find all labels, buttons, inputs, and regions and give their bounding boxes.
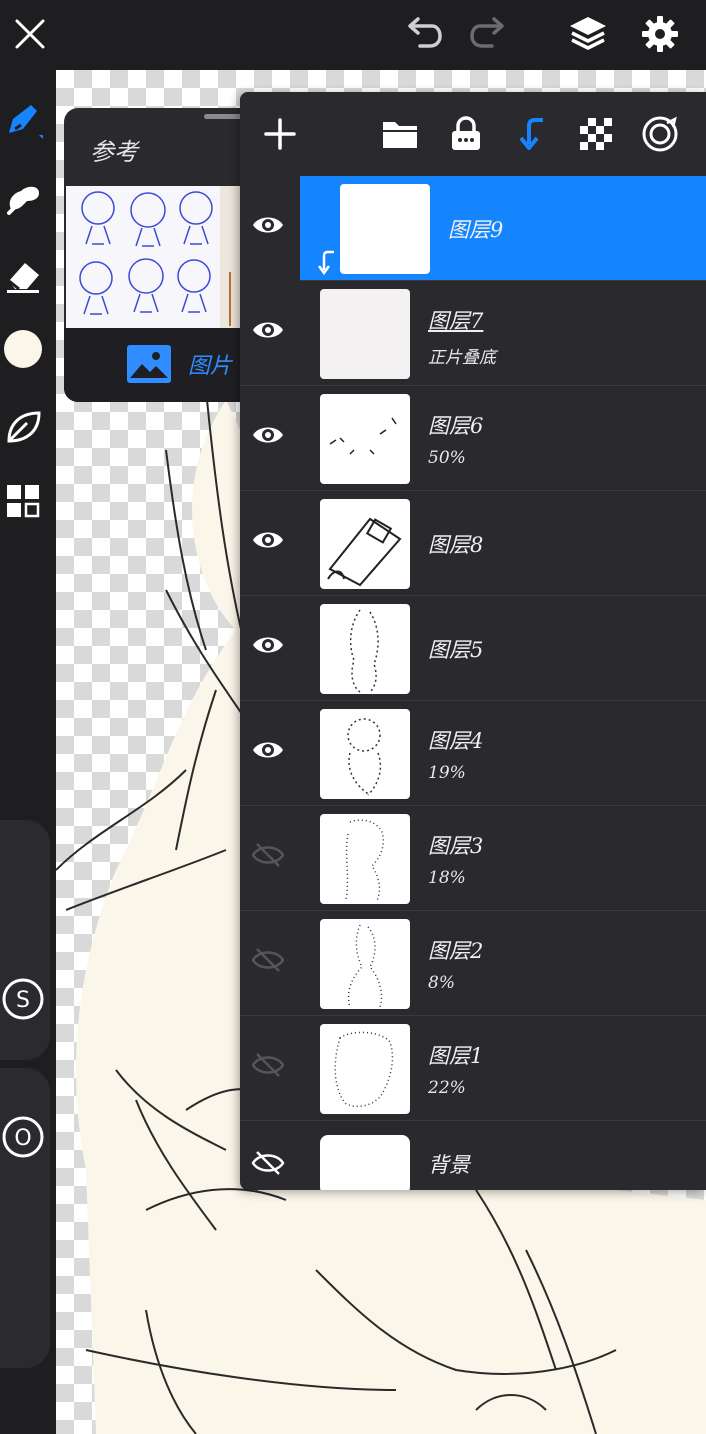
eye-icon[interactable] — [248, 730, 288, 770]
layer-name: 图层5 — [428, 638, 484, 662]
brush-size-slider[interactable] — [0, 820, 50, 1060]
layer-thumbnail — [320, 394, 410, 484]
layer-name: 图层2 — [428, 939, 484, 963]
reference-title: 参考 — [90, 138, 138, 166]
layer-name: 图层8 — [428, 533, 484, 557]
layer-name: 图层1 — [428, 1044, 484, 1068]
eraser-icon[interactable] — [0, 252, 46, 298]
left-toolbar: S O — [0, 68, 56, 1434]
layer-name: 图层4 — [428, 729, 484, 753]
layer-opacity: 8% — [428, 973, 455, 993]
eye-icon[interactable] — [248, 415, 288, 455]
transparency-icon[interactable] — [574, 112, 618, 156]
layer-row[interactable]: 图层3 18% — [240, 806, 706, 911]
eye-hidden-icon[interactable] — [248, 1143, 288, 1183]
layer-row[interactable]: 图层7 正片叠底 — [240, 281, 706, 386]
undo-icon[interactable] — [400, 10, 448, 58]
background-color-swatch — [320, 1135, 410, 1190]
layer-name: 图层3 — [428, 834, 484, 858]
layer-blend-mode: 正片叠底 — [428, 348, 496, 368]
layer-thumbnail — [320, 919, 410, 1009]
lock-icon[interactable] — [444, 112, 488, 156]
reference-footer: 图片 — [64, 328, 264, 402]
image-icon — [127, 345, 171, 383]
color-swatch[interactable] — [0, 326, 46, 372]
folder-icon[interactable] — [378, 112, 422, 156]
layers-panel: 图层9 图层7 正片叠底 图层6 50% 图层8 图层5 图层4 19% 图层3… — [240, 92, 706, 1190]
layers-header — [240, 92, 706, 176]
layer-row[interactable]: 图层8 — [240, 491, 706, 596]
eye-hidden-icon[interactable] — [248, 835, 288, 875]
layer-row[interactable]: 图层2 8% — [240, 911, 706, 1016]
image-mode-label: 图片 — [188, 354, 233, 379]
layer-thumbnail — [340, 184, 430, 274]
layer-row[interactable]: 图层6 50% — [240, 386, 706, 491]
eye-hidden-icon[interactable] — [248, 940, 288, 980]
eye-hidden-icon[interactable] — [248, 1045, 288, 1085]
reference-panel: 参考 图片 — [64, 108, 264, 402]
layer-opacity: 50% — [428, 448, 466, 468]
eye-icon[interactable] — [248, 205, 288, 245]
target-icon[interactable] — [638, 112, 682, 156]
layer-row[interactable]: 图层5 — [240, 596, 706, 701]
layer-row[interactable]: 图层4 19% — [240, 701, 706, 806]
brush-icon[interactable] — [0, 98, 46, 144]
layer-opacity: 18% — [428, 868, 466, 888]
layers-icon[interactable] — [564, 10, 612, 58]
layer-row[interactable]: 图层1 22% — [240, 1016, 706, 1121]
clip-down-icon[interactable] — [508, 112, 552, 156]
layer-thumbnail — [320, 1024, 410, 1114]
close-icon[interactable] — [6, 10, 54, 58]
layer-thumbnail — [320, 604, 410, 694]
settings-icon[interactable] — [636, 10, 684, 58]
layer-thumbnail — [320, 814, 410, 904]
layer-list: 图层9 图层7 正片叠底 图层6 50% 图层8 图层5 图层4 19% 图层3… — [240, 176, 706, 1190]
reference-image — [66, 186, 264, 328]
background-layer-row[interactable]: 背景 — [240, 1121, 706, 1190]
top-bar — [0, 0, 706, 68]
layer-name: 图层6 — [428, 414, 484, 438]
svg-text:O: O — [14, 1126, 31, 1151]
grid-icon[interactable] — [0, 478, 46, 524]
layer-thumbnail — [320, 289, 410, 379]
layer-thumbnail — [320, 499, 410, 589]
add-layer-icon[interactable] — [258, 112, 302, 156]
eye-icon[interactable] — [248, 520, 288, 560]
layer-opacity: 22% — [428, 1078, 466, 1098]
layer-name: 图层9 — [448, 218, 504, 242]
s-icon[interactable]: S — [0, 976, 46, 1022]
layer-thumbnail — [320, 709, 410, 799]
layer-opacity: 19% — [428, 763, 466, 783]
eye-icon[interactable] — [248, 625, 288, 665]
eye-icon[interactable] — [248, 310, 288, 350]
smudge-icon[interactable] — [0, 176, 46, 222]
leaf-icon[interactable] — [0, 404, 46, 450]
layer-row[interactable]: 图层9 — [253, 176, 706, 281]
opacity-slider[interactable] — [0, 1068, 50, 1368]
layer-name: 背景 — [428, 1153, 470, 1177]
image-mode-button[interactable]: 图片 — [126, 344, 232, 384]
layer-name: 图层7 — [428, 309, 484, 333]
clipping-arrow-icon — [317, 250, 334, 276]
redo-icon[interactable] — [464, 10, 512, 58]
svg-text:S: S — [16, 988, 30, 1013]
o-icon[interactable]: O — [0, 1114, 46, 1160]
